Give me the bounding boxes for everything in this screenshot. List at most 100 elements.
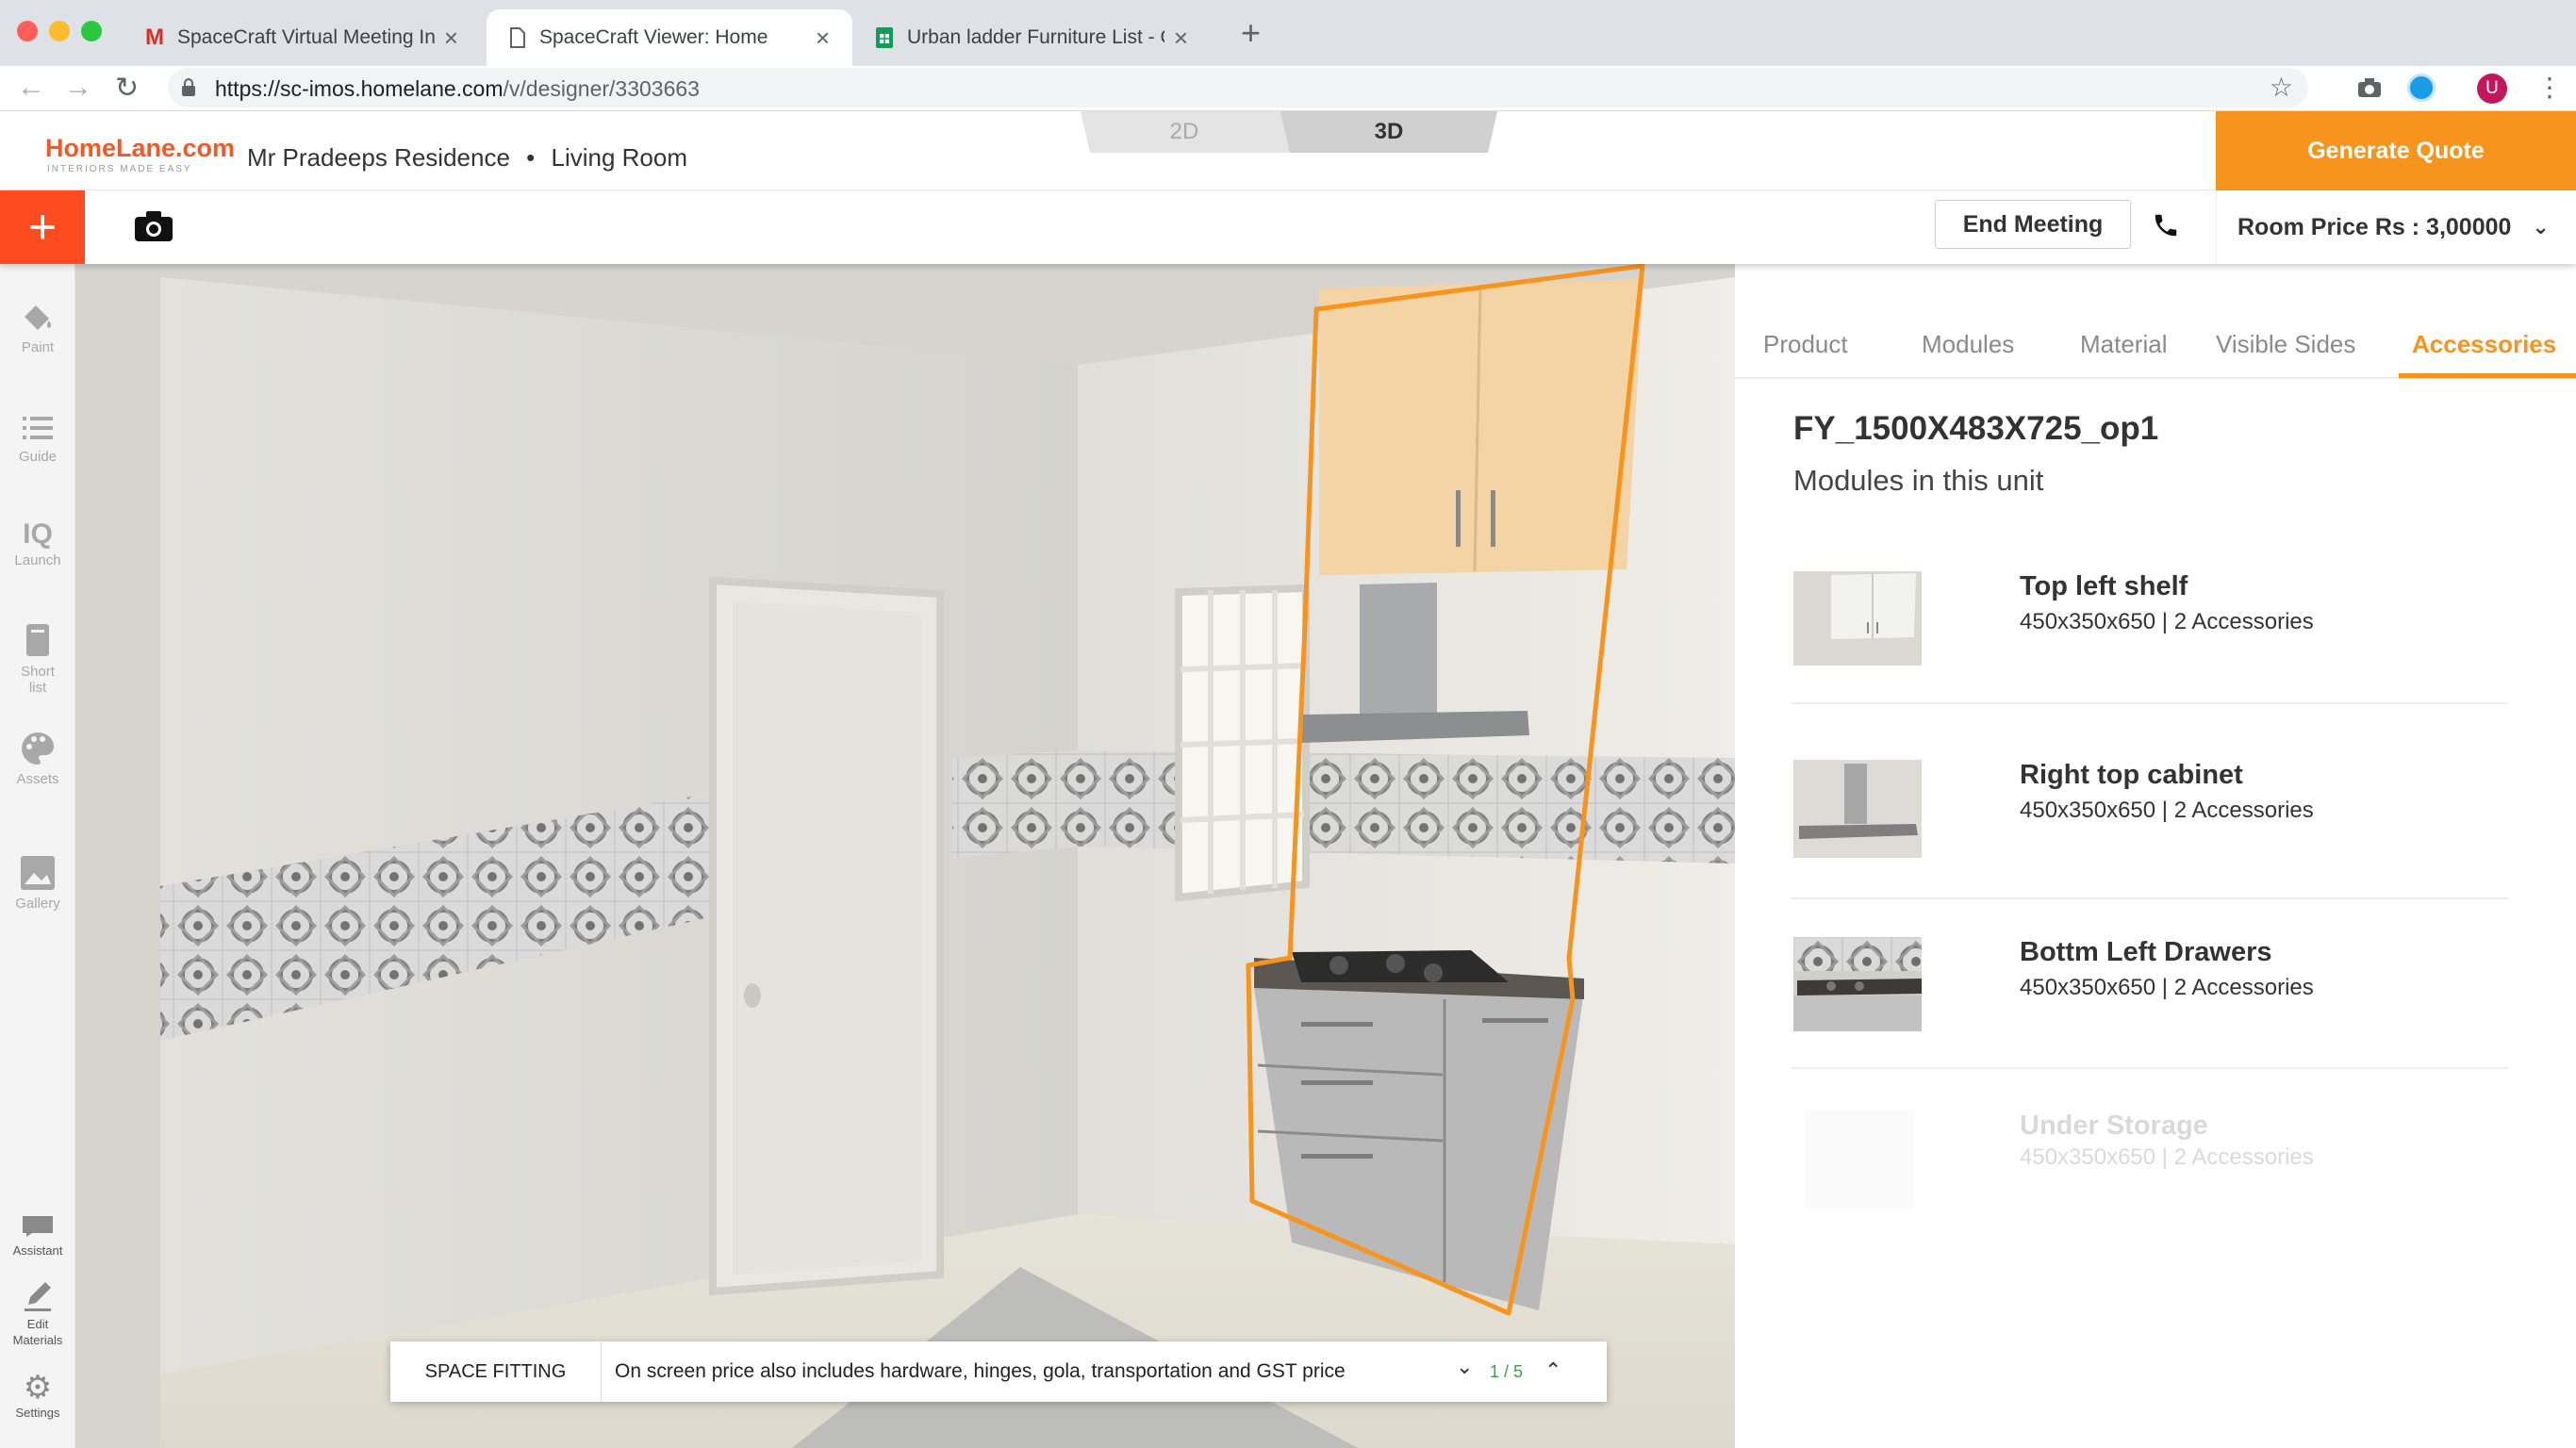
browser-address-bar: ← → ↻ https://sc-imos.homelane.com/v/des… [0, 66, 2576, 111]
extension-icon[interactable] [2407, 74, 2436, 102]
room-price-label: Room Price Rs : 3,00000 [2237, 213, 2512, 240]
rail-label: Paint [21, 339, 55, 355]
generate-quote-button[interactable]: Generate Quote [2216, 111, 2576, 190]
pencil-icon [25, 1282, 51, 1311]
browser-menu-icon[interactable]: ⋮ [2536, 72, 2563, 103]
tab-title: Urban ladder Furniture List - G [907, 26, 1164, 48]
close-tab-icon[interactable]: × [1174, 24, 1188, 53]
chevron-down-icon: ⌄ [2532, 215, 2550, 239]
close-tab-icon[interactable]: × [816, 24, 830, 53]
chevron-down-icon[interactable]: ⌄ [1456, 1355, 1473, 1379]
end-meeting-button[interactable]: End Meeting [1935, 200, 2131, 249]
module-dimensions: 450x350x650 | 2 Accessories [2020, 609, 2314, 634]
shortlist-icon [26, 624, 49, 656]
browser-tab-gmail[interactable]: M SpaceCraft Virtual Meeting Inv × [123, 9, 481, 66]
divider [1792, 1067, 2508, 1069]
homelane-logo: HomeLane.com [45, 134, 236, 162]
new-tab-icon[interactable]: + [1241, 13, 1261, 53]
rail-edit-materials[interactable]: Edit Materials [0, 1280, 75, 1348]
rail-label: Assistant [12, 1243, 63, 1258]
rail-gallery[interactable]: Gallery [0, 854, 75, 912]
maximize-window-button[interactable] [81, 21, 102, 41]
tab-modules[interactable]: Modules [1922, 330, 2014, 359]
rail-paint[interactable]: Paint [0, 304, 75, 355]
list-icon [23, 417, 53, 439]
tab-material[interactable]: Material [2080, 330, 2167, 359]
reload-icon[interactable]: ↻ [115, 72, 139, 105]
rail-shortlist[interactable]: Short list [0, 622, 75, 696]
left-tool-rail: Paint Guide IQ Launch Short list Assets … [0, 264, 75, 1448]
app-header: HomeLane.com INTERIORS MADE EASY Mr Prad… [0, 111, 2576, 190]
view-2d-button[interactable]: 2D [1090, 111, 1279, 153]
paint-bucket-icon [25, 305, 51, 330]
project-name: Mr Pradeeps Residence [247, 143, 510, 172]
camera-extension-icon[interactable] [2357, 77, 2382, 98]
lock-icon [182, 78, 195, 96]
rail-assets[interactable]: Assets [0, 730, 75, 787]
rail-launch[interactable]: IQ Launch [0, 518, 75, 568]
module-item[interactable]: Under Storage 450x350x650 | 2 Accessorie… [1793, 1111, 2501, 1209]
module-item[interactable]: Right top cabinet 450x350x650 | 2 Access… [1793, 760, 2501, 858]
notice-text: On screen price also includes hardware, … [615, 1360, 1346, 1382]
rail-label: Settings [15, 1406, 60, 1420]
browser-tab-bar: M SpaceCraft Virtual Meeting Inv × Space… [0, 0, 2576, 66]
module-thumbnail [1793, 760, 1922, 858]
module-thumbnail [1805, 1111, 1914, 1209]
rail-guide[interactable]: Guide [0, 413, 75, 465]
camera-icon[interactable] [134, 210, 173, 242]
rail-label: list [28, 680, 47, 696]
iq-icon: IQ [23, 518, 53, 550]
module-item[interactable]: Bottm Left Drawers 450x350x650 | 2 Acces… [1793, 937, 2501, 1033]
logo-tagline: INTERIORS MADE EASY [47, 164, 192, 174]
url-field[interactable]: https://sc-imos.homelane.com/v/designer/… [168, 68, 2308, 107]
rail-label: Assets [16, 771, 59, 787]
module-dimensions: 450x350x650 | 2 Accessories [2020, 1144, 2314, 1170]
close-tab-icon[interactable]: × [444, 24, 458, 53]
module-thumbnail [1793, 937, 1922, 1031]
properties-panel: Product Modules Material Visible Sides A… [1735, 264, 2576, 1448]
module-name: Right top cabinet [2020, 760, 2243, 790]
module-thumbnail [1793, 571, 1922, 666]
chevron-up-icon[interactable]: ⌃ [1544, 1358, 1561, 1383]
rail-label: Edit [26, 1317, 49, 1331]
browser-tab-sheets[interactable]: Urban ladder Furniture List - G × [852, 9, 1211, 66]
phone-icon[interactable] [2152, 211, 2180, 239]
minimize-window-button[interactable] [49, 21, 70, 41]
gmail-icon: M [145, 25, 164, 50]
back-icon[interactable]: ← [17, 72, 45, 104]
rail-assistant[interactable]: Assistant [0, 1212, 75, 1259]
forward-icon[interactable]: → [64, 72, 92, 104]
module-name: Top left shelf [2020, 571, 2188, 601]
close-window-button[interactable] [17, 21, 38, 41]
module-dimensions: 450x350x650 | 2 Accessories [2020, 975, 2314, 1000]
view-3d-button[interactable]: 3D [1290, 111, 1488, 153]
browser-tab-viewer[interactable]: SpaceCraft Viewer: Home × [487, 9, 852, 66]
breadcrumb: Mr Pradeeps Residence • Living Room [247, 143, 688, 172]
add-item-button[interactable]: + [0, 190, 85, 264]
module-dimensions: 450x350x650 | 2 Accessories [2020, 798, 2314, 823]
url-path: /v/designer/3303663 [503, 76, 700, 101]
room-render [75, 264, 1735, 1448]
sheets-icon [876, 27, 893, 48]
rail-label: Guide [18, 449, 58, 465]
3d-viewport[interactable] [75, 264, 1735, 1448]
gear-icon: ⚙ [23, 1370, 53, 1406]
notice-label: SPACE FITTING [390, 1341, 602, 1402]
unit-name: FY_1500X483X725_op1 [1793, 410, 2159, 447]
room-name: Living Room [551, 143, 688, 172]
tab-accessories[interactable]: Accessories [2412, 330, 2556, 359]
active-tab-indicator [2399, 373, 2576, 378]
rail-settings[interactable]: ⚙ Settings [0, 1369, 75, 1421]
tab-product[interactable]: Product [1763, 330, 1848, 359]
space-fitting-notice: SPACE FITTING On screen price also inclu… [390, 1341, 1607, 1402]
profile-avatar[interactable]: U [2477, 74, 2507, 104]
tab-visible-sides[interactable]: Visible Sides [2216, 330, 2355, 359]
assistant-icon [23, 1216, 53, 1237]
room-price-dropdown[interactable]: Room Price Rs : 3,00000 ⌄ [2216, 190, 2576, 264]
tab-title: SpaceCraft Virtual Meeting Inv [177, 26, 435, 48]
bookmark-star-icon[interactable]: ☆ [2270, 72, 2293, 103]
rail-label: Gallery [15, 896, 60, 912]
plus-icon: + [27, 200, 58, 255]
tab-title: SpaceCraft Viewer: Home [539, 26, 768, 48]
module-item[interactable]: Top left shelf 450x350x650 | 2 Accessori… [1793, 571, 2501, 667]
